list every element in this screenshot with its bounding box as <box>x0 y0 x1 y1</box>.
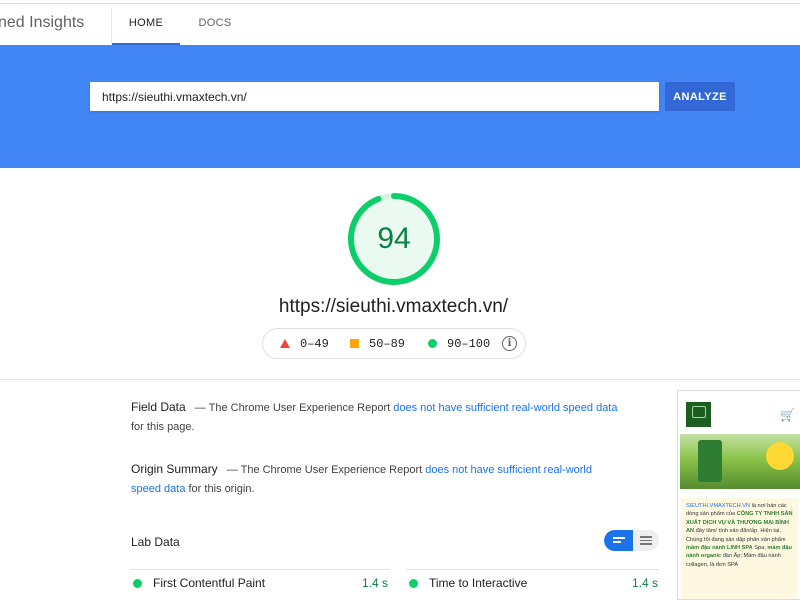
metric-fcp: First Contentful Paint <box>133 576 265 590</box>
info-icon[interactable]: i <box>502 336 517 351</box>
url-input[interactable] <box>90 82 659 111</box>
square-icon <box>350 339 359 348</box>
cart-icon: 🛒 <box>780 408 795 422</box>
legend-range-pass: 90–100 <box>447 336 491 351</box>
pass-circle-icon <box>133 578 142 588</box>
search-hero: ANALYZE <box>0 45 800 168</box>
metric-tti-value: 1.4 s <box>632 576 659 590</box>
field-data-prefix: — The Chrome User Experience Report <box>194 402 391 414</box>
analyze-button[interactable]: ANALYZE <box>665 82 735 111</box>
pass-circle-icon <box>409 578 418 588</box>
legend-range-fail: 0–49 <box>300 336 329 351</box>
top-bar: ned Insights HOME DOCS <box>0 0 800 45</box>
metric-divider-right <box>407 569 659 570</box>
legend-item-fail: 0–49 <box>280 329 329 358</box>
field-data-link[interactable]: does not have sufficient real-world spee… <box>393 402 617 414</box>
product-pack-image <box>698 440 722 482</box>
metric-fcp-value: 1.4 s <box>362 576 389 590</box>
page-screenshot-thumbnail: 🛒 SIEUTHI.VMAXTECH.VN là nơi bán các dòn… <box>677 390 800 600</box>
site-intro-text: SIEUTHI.VMAXTECH.VN là nơi bán các dòng … <box>681 498 798 599</box>
metric-fcp-name: First Contentful Paint <box>153 576 266 590</box>
metric-tti-name: Time to Interactive <box>429 576 528 590</box>
lab-data-title: Lab Data <box>131 535 180 549</box>
origin-summary-prefix: — The Chrome User Experience Report <box>226 464 423 476</box>
tab-docs[interactable]: DOCS <box>185 0 245 45</box>
scored-url: https://sieuthi.vmaxtech.vn/ <box>278 296 509 317</box>
legend-item-pass: 90–100 <box>428 329 490 358</box>
legend-item-average: 50–89 <box>350 329 405 358</box>
section-divider <box>0 379 800 380</box>
performance-score: 94 <box>377 222 411 255</box>
site-logo <box>686 402 711 427</box>
metric-divider-left <box>131 569 389 570</box>
summary-view-icon <box>613 537 625 545</box>
view-toggle[interactable] <box>604 530 659 551</box>
legend-range-average: 50–89 <box>369 336 406 351</box>
field-data-title: Field Data <box>131 400 186 414</box>
promo-badge <box>762 438 798 474</box>
tab-home[interactable]: HOME <box>112 0 180 45</box>
metric-tti: Time to Interactive <box>409 576 527 590</box>
site-banner-image <box>680 434 800 489</box>
brand-title[interactable]: ned Insights <box>0 14 84 32</box>
field-data-suffix: for this page. <box>131 421 195 433</box>
triangle-icon <box>280 339 290 348</box>
origin-summary-title: Origin Summary <box>131 462 218 476</box>
detail-view-icon[interactable] <box>640 536 652 547</box>
origin-summary-suffix: for this origin. <box>188 483 255 495</box>
origin-summary-section: Origin Summary — The Chrome User Experie… <box>131 460 621 499</box>
field-data-section: Field Data — The Chrome User Experience … <box>131 398 621 437</box>
score-legend: 0–49 50–89 90–100 i <box>262 328 526 359</box>
circle-icon <box>428 339 437 348</box>
